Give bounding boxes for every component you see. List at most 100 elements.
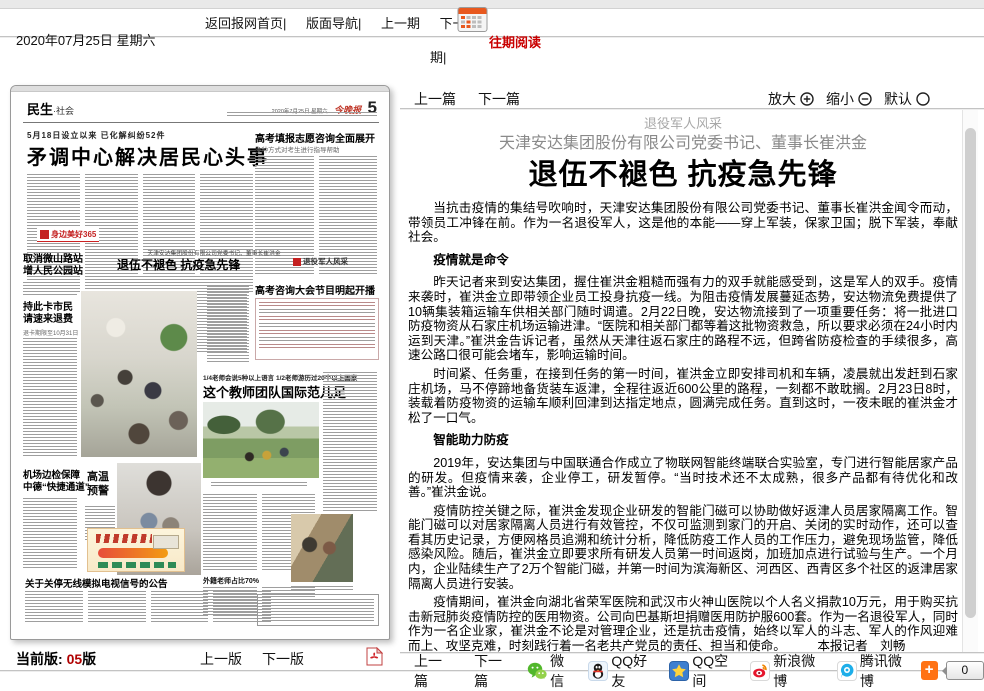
prev-page-button[interactable]: 上一版 — [200, 649, 242, 669]
scrollbar-track[interactable] — [962, 110, 978, 652]
red-square-icon — [40, 230, 49, 239]
archive-reading-link[interactable]: 往期阅读 — [489, 32, 541, 51]
nav-prev-issue-link[interactable]: 上一期 — [381, 16, 420, 31]
section-heading: 疫情就是命令 — [408, 253, 958, 268]
toolbar-divider — [400, 108, 984, 111]
top-gray-strip — [0, 0, 984, 9]
nav-next-issue-link-wrapped[interactable]: 期| — [430, 47, 446, 66]
sina-weibo-icon — [750, 661, 770, 681]
red-square-icon — [293, 258, 301, 266]
story9-text-columns — [25, 591, 271, 623]
schedule-table — [255, 298, 379, 360]
calendar-icon[interactable] — [457, 5, 488, 38]
next-page-button[interactable]: 下一版 — [262, 649, 304, 669]
share-qzone[interactable]: QQ空间 — [669, 651, 735, 691]
paragraph: 昨天记者来到安达集团，握住崔洪金粗糙而强有力的双手就能感受到，这是军人的双手。疫… — [408, 275, 958, 363]
prev-article-button-bottom[interactable]: 上一篇 — [414, 651, 452, 691]
share-qzone-label: QQ空间 — [692, 651, 735, 691]
story1-kicker: 5月18日设立以来 已化解纠纷52件 — [27, 130, 165, 141]
newspaper-page-thumbnail[interactable]: 民生·社会 2020年7月25日 星期六 今晚报 5 5月18日设立以来 已化解… — [10, 85, 390, 640]
ad-product-image — [153, 535, 179, 549]
ad-green-row — [98, 562, 176, 568]
info-box — [257, 594, 379, 626]
story4-headline[interactable]: 退伍不褪色 抗疫急先锋 — [117, 256, 240, 273]
prev-article-button[interactable]: 上一篇 — [414, 89, 456, 109]
section-heading: 智能助力防疫 — [408, 433, 958, 448]
story6-text — [23, 338, 77, 456]
paper-masthead: 民生·社会 — [27, 99, 74, 119]
masthead-main: 民生 — [27, 102, 53, 117]
veteran-badge: 退役军人风采 — [293, 256, 348, 267]
article-panel: 上一篇 下一篇 放大 缩小 默认 退役军人风采 天津安达集团股份有限公司党委书记… — [400, 85, 984, 684]
zoom-in-label[interactable]: 放大 — [768, 89, 796, 109]
share-qq-friend-label: QQ好友 — [611, 651, 654, 691]
tencent-weibo-icon — [837, 661, 857, 681]
zoom-default-label[interactable]: 默认 — [884, 89, 912, 109]
frame-top-cap — [11, 86, 389, 92]
article-body: 当抗击疫情的集结号吹响时，天津安达集团股份有限公司党委书记、董事长崔洪金闻令而动… — [408, 197, 958, 658]
park-photo-caption — [211, 482, 307, 486]
article-subtitle: 天津安达集团股份有限公司党委书记、董事长崔洪金 — [408, 129, 958, 153]
ad-red-script — [96, 534, 152, 543]
nav-home-link[interactable]: 返回报网首页| — [205, 16, 286, 31]
heat-warning-label: 高温预警 — [87, 470, 109, 498]
qq-penguin-icon — [588, 661, 608, 681]
nav-layout-link[interactable]: 版面导航| — [306, 16, 361, 31]
share-sina-weibo-label: 新浪微博 — [773, 651, 822, 691]
pdf-icon[interactable] — [366, 647, 383, 671]
paragraph: 疫情防控关键之际，崔洪金发现企业研发的智能门磁可以协助做好返津人员居家隔离工作。… — [408, 504, 958, 592]
issue-date: 2020年07月25日 星期六 — [16, 30, 155, 49]
next-article-button-bottom[interactable]: 下一篇 — [474, 651, 512, 691]
park-photo — [203, 402, 319, 478]
paragraph-with-byline: 疫情期间，崔洪金向湖北省荣军医院和武汉市火神山医院以个人名义捐款10万元，用于购… — [408, 595, 958, 653]
zoom-out-icon[interactable] — [858, 92, 872, 106]
masthead-rule — [23, 122, 379, 123]
current-page-suffix: 版 — [82, 651, 96, 667]
qzone-star-icon — [669, 661, 689, 681]
badge-365-label: 身边美好365 — [51, 229, 96, 240]
library-photo — [291, 514, 353, 582]
zoom-default-icon[interactable] — [916, 92, 930, 106]
story7-right-column — [323, 372, 377, 512]
font-size-controls: 放大 缩小 默认 — [768, 89, 938, 109]
zoom-in-icon[interactable] — [800, 92, 814, 106]
current-page-label: 当前版: — [16, 651, 63, 667]
next-article-button[interactable]: 下一篇 — [478, 89, 520, 109]
share-wechat[interactable]: 微信 — [527, 651, 573, 691]
street-photo — [81, 291, 197, 457]
current-page-indicator: 当前版: 05版 — [16, 649, 96, 669]
story1-headline: 矛调中心解决居民心头事 — [27, 141, 269, 170]
wechat-icon — [527, 661, 547, 681]
share-tencent-weibo[interactable]: 腾讯微博 — [837, 651, 909, 691]
share-wechat-label: 微信 — [550, 651, 573, 691]
ad-banner-stripe — [98, 548, 168, 558]
share-sina-weibo[interactable]: 新浪微博 — [750, 651, 822, 691]
story6-subhead: 退卡期限至10月31日 — [23, 328, 78, 337]
advertisement — [87, 528, 185, 572]
masthead-sub: ·社会 — [53, 106, 74, 116]
story2-headline: 高考填报志愿咨询全面展开 — [255, 130, 375, 145]
share-count-bubble[interactable]: 0 — [946, 661, 984, 680]
scrollbar-thumb[interactable] — [965, 128, 976, 618]
share-more-button[interactable]: + — [921, 661, 938, 680]
library-photo-caption — [291, 586, 353, 590]
paper-meta-fineprint — [227, 112, 377, 116]
story8-headline: 机场边检保障中德“快捷通道” — [23, 470, 90, 494]
share-qq-friend[interactable]: QQ好友 — [588, 651, 654, 691]
story3-text — [23, 282, 77, 296]
veteran-badge-label: 退役军人风采 — [303, 256, 348, 267]
story5-headline: 高考咨询大会节目明起开播 — [255, 282, 375, 297]
zoom-out-label[interactable]: 缩小 — [826, 89, 854, 109]
top-nav: 返回报网首页| 版面导航| 上一期 下一 — [205, 13, 466, 32]
story7-stat-line: 外籍老师占比70% — [203, 576, 259, 586]
paragraph: 时间紧、任务重，在接到任务的第一时间，崔洪金立即安排司机和车辆，凌晨就出发赶到石… — [408, 367, 958, 425]
story6-headline: 持此卡市民请速来退费 — [23, 302, 73, 326]
story2-subhead: 多种方式对考生进行指导帮助 — [255, 144, 340, 154]
paragraph: 当抗击疫情的集结号吹响时，天津安达集团股份有限公司党委书记、董事长崔洪金闻令而动… — [408, 201, 958, 245]
story3-headline: 取消微山路站增人民公园站 — [23, 254, 83, 278]
story9-headline: 关于关停无线模拟电视信号的公告 — [25, 576, 168, 590]
article-title: 退伍不褪色 抗疫急先锋 — [408, 151, 958, 193]
share-tencent-weibo-label: 腾讯微博 — [860, 651, 909, 691]
current-page-number: 05 — [67, 651, 83, 667]
badge-365: 身边美好365 — [37, 228, 99, 242]
